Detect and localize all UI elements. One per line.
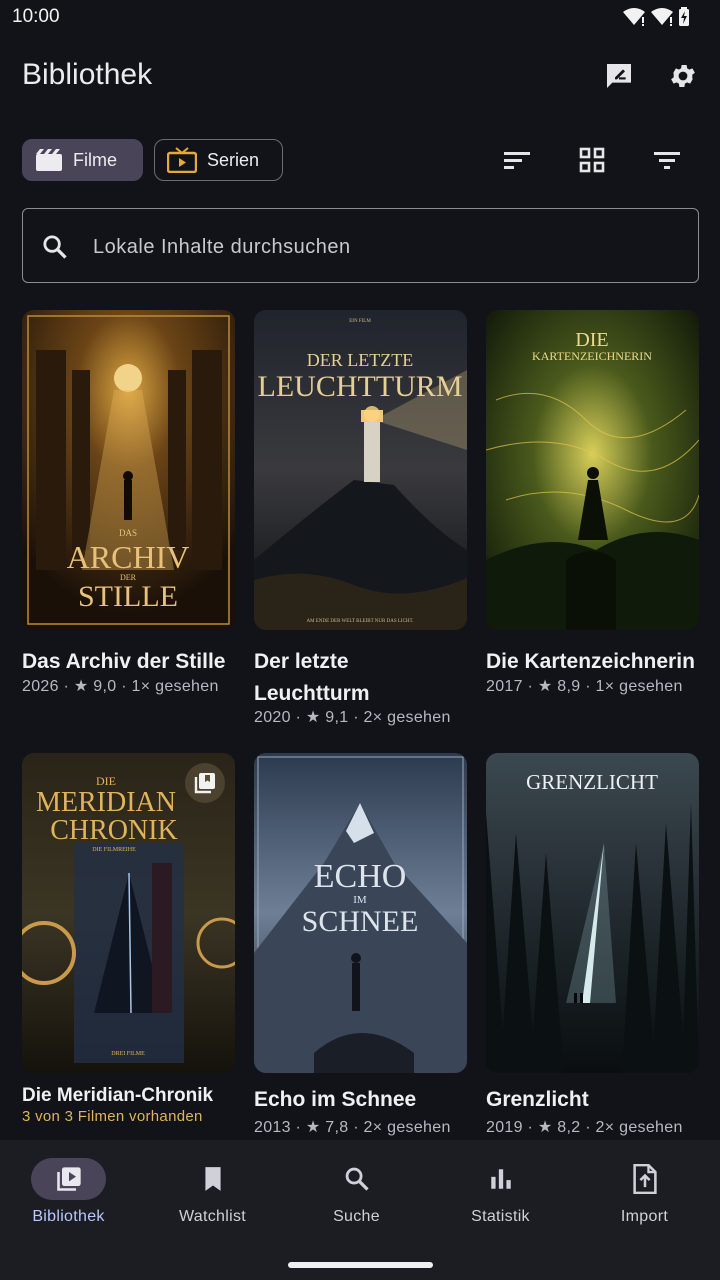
battery-icon — [679, 7, 689, 26]
search-field[interactable] — [22, 208, 699, 283]
page-title: Bibliothek — [22, 58, 153, 91]
nav-item-suche[interactable]: Suche — [288, 1140, 432, 1240]
nav-icon-container — [319, 1158, 394, 1200]
card-title: Echo im Schnee — [254, 1088, 417, 1111]
collection-badge — [185, 763, 225, 803]
nav-icon-container — [175, 1158, 250, 1200]
gesture-bar[interactable] — [288, 1262, 433, 1268]
nav-label: Statistik — [471, 1208, 530, 1225]
grid-icon — [579, 147, 605, 173]
app-bar: Bibliothek — [0, 44, 720, 108]
poster-title-line: MERIDIAN — [36, 787, 176, 818]
poster-image: EIN FILM DER LETZTE LEUCHTTURM AM ENDE D… — [254, 310, 467, 630]
poster-title-line: STILLE — [78, 580, 178, 613]
poster-title-line: CHRONIK — [50, 815, 178, 846]
poster-title-line: DER LETZTE — [307, 350, 413, 370]
poster-image: GRENZLICHT — [486, 753, 699, 1073]
poster-image: ECHO IM SCHNEE — [254, 753, 467, 1073]
nav-icon-container — [463, 1158, 538, 1200]
search-input[interactable] — [91, 227, 675, 267]
collection-count: 3 von 3 Filmen vorhanden — [22, 1108, 203, 1125]
chip-series[interactable]: Serien — [154, 139, 283, 181]
bookmark-icon — [204, 1167, 221, 1191]
poster-title-line: KARTENZEICHNERIN — [532, 349, 652, 363]
feedback-icon — [607, 64, 631, 88]
settings-button[interactable] — [665, 58, 701, 94]
card-title: Das Archiv der Stille — [22, 650, 226, 673]
search-icon — [345, 1167, 369, 1191]
nav-item-statistik[interactable]: Statistik — [432, 1140, 576, 1240]
poster-title-line: DIE — [96, 774, 116, 788]
poster-title-line: GRENZLICHT — [526, 770, 658, 794]
card-meta: 2020 · ★ 9,1 · 2× gesehen — [254, 709, 451, 726]
poster-image: DAS ARCHIV DER STILLE — [22, 310, 235, 630]
sort-icon — [504, 152, 530, 169]
nav-label: Suche — [333, 1208, 380, 1225]
nav-icon-container — [607, 1158, 682, 1200]
nav-item-watchlist[interactable]: Watchlist — [144, 1140, 288, 1240]
poster-title-line: DIE — [575, 329, 608, 351]
signal-icon — [651, 8, 673, 26]
card-meta: 2026 · ★ 9,0 · 1× gesehen — [22, 678, 219, 695]
search-icon — [43, 235, 67, 259]
bar-chart-icon — [490, 1169, 511, 1189]
status-bar: 10:00 — [0, 0, 720, 34]
nav-label: Bibliothek — [32, 1208, 105, 1225]
card-title: Die Kartenzeichnerin — [486, 650, 695, 673]
poster-title-line: DAS — [119, 528, 137, 538]
poster-title-line: ARCHIV — [67, 539, 190, 575]
sort-button[interactable] — [501, 144, 533, 176]
poster-title-line: AM ENDE DER WELT BLEIBT NUR DAS LICHT. — [307, 619, 414, 624]
library-icon — [56, 1167, 81, 1191]
card-title: Grenzlicht — [486, 1088, 589, 1111]
poster-title-line: ECHO — [314, 858, 407, 895]
chip-films[interactable]: Filme — [22, 139, 143, 181]
poster-title-line: DREI FILME — [111, 1051, 145, 1057]
feedback-button[interactable] — [601, 58, 637, 94]
chip-films-label: Filme — [73, 149, 117, 170]
filter-icon — [654, 152, 680, 169]
nav-item-import[interactable]: Import — [576, 1140, 720, 1240]
poster-title-line: LEUCHTTURM — [258, 370, 463, 403]
wifi-icon — [623, 8, 645, 26]
nav-label: Import — [620, 1208, 669, 1225]
grid-view-button[interactable] — [576, 144, 608, 176]
bottom-navigation: Bibliothek Watchlist Suche Statistik Imp… — [0, 1140, 720, 1280]
card-meta: 2013 · ★ 7,8 · 2× gesehen — [254, 1119, 451, 1136]
poster-image: DIE MERIDIAN CHRONIK DIE FILMREIHE DREI … — [22, 753, 235, 1073]
poster-title-line: SCHNEE — [302, 905, 419, 938]
poster-title-line: EIN FILM — [349, 319, 371, 324]
tv-icon — [167, 147, 197, 173]
file-upload-icon — [632, 1164, 657, 1194]
nav-active-indicator — [31, 1158, 106, 1200]
card-title: Der letzte Leuchtturm — [254, 650, 370, 705]
chip-series-label: Serien — [207, 149, 260, 170]
filter-button[interactable] — [651, 144, 683, 176]
poster-image: DIE KARTENZEICHNERIN — [486, 310, 699, 630]
movie-icon — [35, 148, 63, 172]
collection-icon — [194, 773, 215, 794]
poster-title-line: DIE FILMREIHE — [92, 847, 136, 853]
status-icons — [622, 7, 690, 27]
card-meta: 2019 · ★ 8,2 · 2× gesehen — [486, 1119, 683, 1136]
status-time: 10:00 — [12, 6, 60, 27]
nav-label: Watchlist — [178, 1208, 246, 1225]
card-meta: 2017 · ★ 8,9 · 1× gesehen — [486, 678, 683, 695]
gear-icon — [671, 65, 695, 87]
nav-item-bibliothek[interactable]: Bibliothek — [0, 1140, 144, 1240]
